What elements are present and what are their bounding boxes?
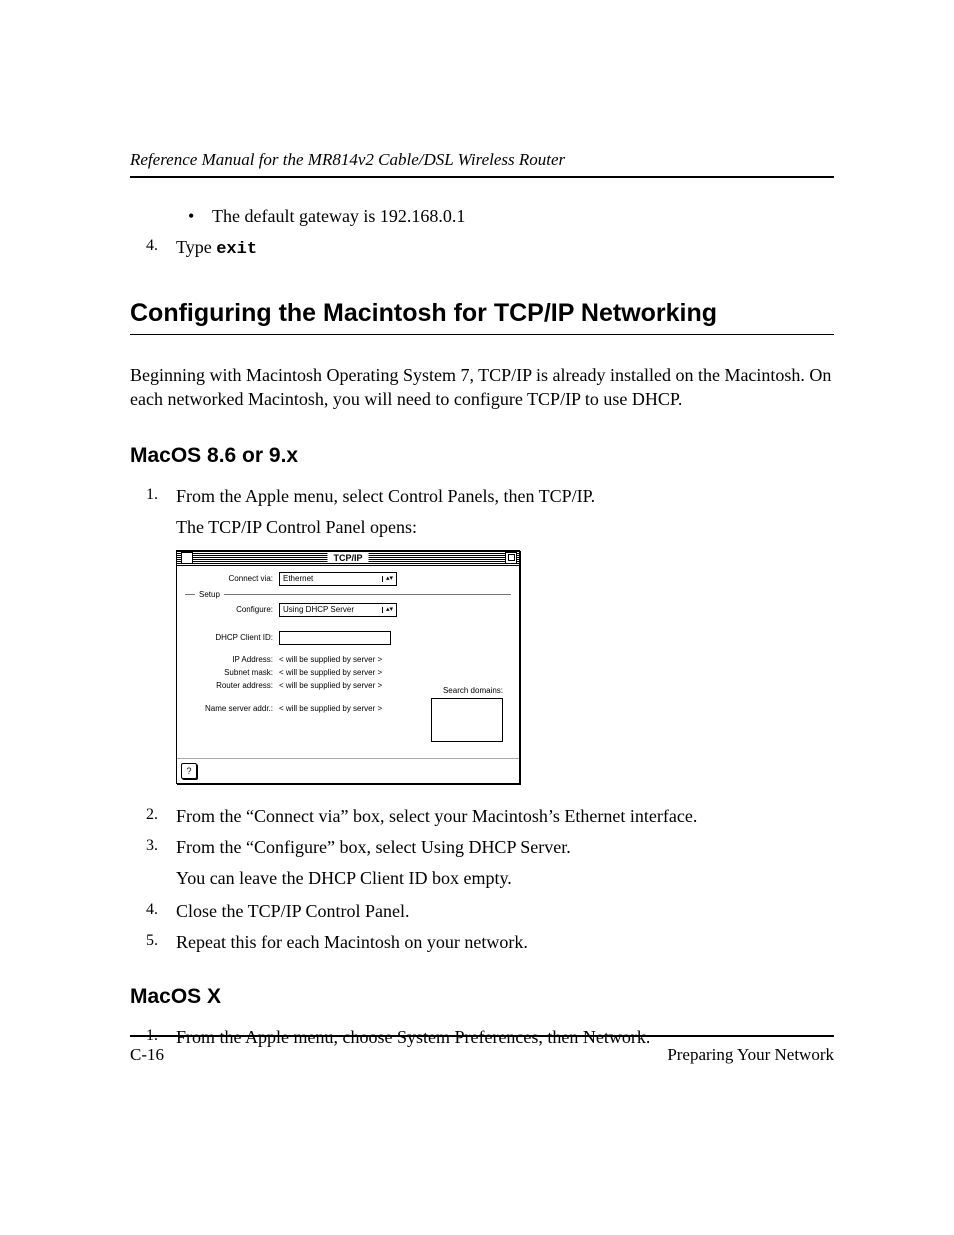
help-icon: ?: [186, 766, 191, 776]
dropdown-arrows-icon: ▴▾: [382, 607, 393, 613]
name-server-label: Name server addr.:: [185, 704, 279, 713]
running-header: Reference Manual for the MR814v2 Cable/D…: [130, 150, 834, 178]
step-number: 2.: [146, 806, 176, 827]
router-address-value: < will be supplied by server >: [279, 681, 382, 690]
subsection-heading-macos-classic: MacOS 8.6 or 9.x: [130, 444, 834, 468]
search-domains-label: Search domains:: [443, 686, 503, 695]
step-number: 1.: [146, 486, 176, 507]
subnet-mask-label: Subnet mask:: [185, 668, 279, 677]
step-number: 5.: [146, 932, 176, 953]
search-domains-input[interactable]: [431, 698, 503, 742]
panel-titlebar: TCP/IP: [177, 551, 519, 566]
classic-step1-sub: The TCP/IP Control Panel opens:: [176, 517, 834, 538]
step-text: Close the TCP/IP Control Panel.: [176, 901, 410, 922]
ip-address-label: IP Address:: [185, 655, 279, 664]
page-number: C-16: [130, 1045, 164, 1065]
page-footer: C-16 Preparing Your Network: [130, 1035, 834, 1065]
step-text: Type exit: [176, 237, 257, 259]
name-server-value: < will be supplied by server >: [279, 704, 382, 713]
classic-step3-sub: You can leave the DHCP Client ID box emp…: [176, 868, 834, 889]
step-type-exit: 4. Type exit: [146, 237, 834, 259]
section-paragraph: Beginning with Macintosh Operating Syste…: [130, 363, 834, 412]
configure-label: Configure:: [185, 605, 279, 614]
step-number: 4.: [146, 901, 176, 922]
connect-via-select[interactable]: Ethernet▴▾: [279, 572, 397, 586]
tcpip-panel: TCP/IP Connect via: Ethernet▴▾ Setup Con…: [176, 550, 520, 784]
subnet-mask-value: < will be supplied by server >: [279, 668, 382, 677]
classic-step3: 3. From the “Configure” box, select Usin…: [146, 837, 834, 858]
dhcp-client-id-input[interactable]: [279, 631, 391, 645]
connect-via-label: Connect via:: [185, 574, 279, 583]
command-text: exit: [216, 240, 257, 259]
dhcp-client-id-label: DHCP Client ID:: [185, 633, 279, 642]
classic-step1: 1. From the Apple menu, select Control P…: [146, 486, 834, 507]
step-number: 3.: [146, 837, 176, 858]
footer-section-name: Preparing Your Network: [667, 1045, 834, 1065]
section-heading: Configuring the Macintosh for TCP/IP Net…: [130, 299, 834, 335]
step-text: From the Apple menu, select Control Pane…: [176, 486, 595, 507]
setup-divider: Setup: [185, 590, 511, 599]
panel-title-text: TCP/IP: [327, 553, 368, 563]
classic-step2: 2. From the “Connect via” box, select yo…: [146, 806, 834, 827]
dropdown-arrows-icon: ▴▾: [382, 576, 393, 582]
configure-select[interactable]: Using DHCP Server▴▾: [279, 603, 397, 617]
tcpip-panel-figure: TCP/IP Connect via: Ethernet▴▾ Setup Con…: [176, 550, 834, 784]
router-address-label: Router address:: [185, 681, 279, 690]
help-button[interactable]: ?: [181, 763, 197, 779]
bullet-text: The default gateway is 192.168.0.1: [212, 206, 465, 227]
ip-address-value: < will be supplied by server >: [279, 655, 382, 664]
step-text: From the “Configure” box, select Using D…: [176, 837, 571, 858]
classic-step4: 4. Close the TCP/IP Control Panel.: [146, 901, 834, 922]
step-text: Repeat this for each Macintosh on your n…: [176, 932, 528, 953]
bullet-dot: •: [188, 206, 212, 227]
close-box-icon[interactable]: [181, 552, 193, 564]
zoom-box-icon[interactable]: [505, 552, 517, 564]
step-text: From the “Connect via” box, select your …: [176, 806, 697, 827]
step-number: 4.: [146, 237, 176, 259]
bullet-default-gateway: • The default gateway is 192.168.0.1: [188, 206, 834, 227]
classic-step5: 5. Repeat this for each Macintosh on you…: [146, 932, 834, 953]
subsection-heading-macosx: MacOS X: [130, 985, 834, 1009]
